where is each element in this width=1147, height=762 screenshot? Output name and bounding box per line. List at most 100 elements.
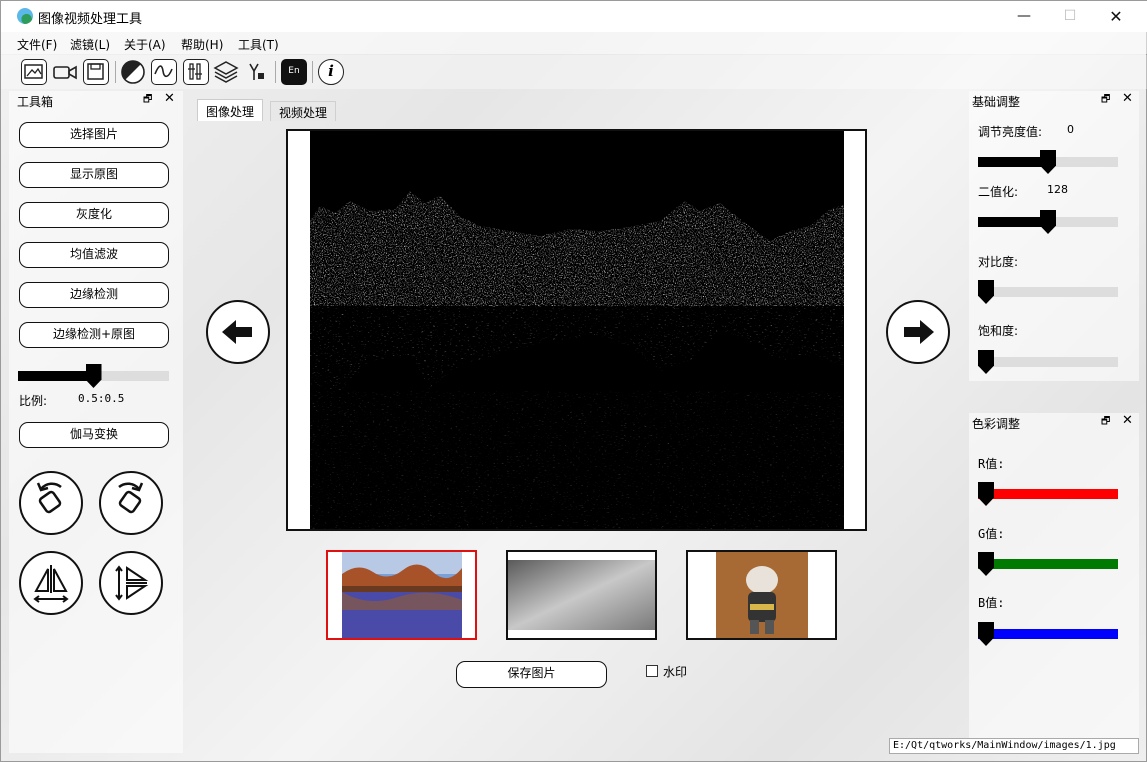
- g-slider-handle[interactable]: [978, 552, 994, 576]
- ratio-slider-fill: [18, 371, 94, 381]
- flip-vertical-button[interactable]: [99, 551, 163, 615]
- basic-adjust-title-bar: 基础调整 🗗 ✕: [969, 91, 1139, 109]
- close-dock-icon[interactable]: ✕: [164, 91, 175, 106]
- color-adjust-title-bar: 色彩调整 🗗 ✕: [969, 413, 1139, 431]
- r-slider[interactable]: [978, 482, 1118, 506]
- edge-original-button[interactable]: 边缘检测+原图: [19, 322, 169, 348]
- previous-image-button[interactable]: [206, 300, 270, 364]
- toolbox-dock: 工具箱 🗗 ✕ 选择图片 显示原图 灰度化 均值滤波 边缘检测 边缘检测+原图 …: [9, 91, 183, 753]
- cursor-tool-icon[interactable]: [244, 59, 270, 85]
- rotate-left-icon: [36, 482, 62, 514]
- arrow-right-icon: [904, 320, 934, 344]
- thumbnail-cat[interactable]: [686, 550, 837, 640]
- color-adjust-dock: 色彩调整 🗗 ✕ R值: G值: B值:: [969, 413, 1139, 753]
- saturation-slider-handle[interactable]: [978, 350, 994, 374]
- contrast-label: 对比度:: [978, 255, 1019, 269]
- contrast-slider[interactable]: [978, 280, 1118, 304]
- binary-slider-fill: [978, 217, 1048, 227]
- watermark-label: 水印: [663, 665, 688, 679]
- b-slider[interactable]: [978, 622, 1118, 646]
- b-value-label: B值:: [978, 596, 1005, 610]
- tab-video-processing[interactable]: 视频处理: [270, 101, 337, 121]
- ratio-slider-handle[interactable]: [85, 364, 102, 388]
- saturation-label: 饱和度:: [978, 324, 1019, 338]
- gamma-transform-button[interactable]: 伽马变换: [19, 422, 169, 448]
- thumbnail-lake[interactable]: [326, 550, 477, 640]
- menu-about[interactable]: 关于(A): [124, 36, 166, 53]
- translate-icon[interactable]: En: [281, 59, 307, 85]
- close-button[interactable]: ✕: [1093, 1, 1139, 32]
- show-original-button[interactable]: 显示原图: [19, 162, 169, 188]
- menu-filter[interactable]: 滤镜(L): [70, 36, 110, 53]
- g-slider[interactable]: [978, 552, 1118, 576]
- contrast-slider-handle[interactable]: [978, 280, 994, 304]
- watermark-checkbox[interactable]: [646, 665, 658, 677]
- wave-filter-icon[interactable]: [151, 59, 177, 85]
- next-image-button[interactable]: [886, 300, 950, 364]
- ratio-slider[interactable]: [18, 364, 169, 388]
- float-dock-icon[interactable]: 🗗: [1101, 92, 1110, 109]
- mean-filter-button[interactable]: 均值滤波: [19, 242, 169, 268]
- tab-image-processing[interactable]: 图像处理: [197, 99, 264, 121]
- app-icon: [17, 8, 33, 24]
- toolbox-title: 工具箱: [17, 95, 54, 109]
- brightness-slider-fill: [978, 157, 1048, 167]
- arrow-left-icon: [222, 320, 252, 344]
- open-image-icon[interactable]: [21, 59, 47, 85]
- title-bar: 图像视频处理工具 — ☐ ✕: [1, 1, 1147, 32]
- edge-detect-button[interactable]: 边缘检测: [19, 282, 169, 308]
- grayscale-icon[interactable]: [120, 59, 146, 85]
- flip-horizontal-icon: [33, 565, 69, 603]
- flip-horizontal-button[interactable]: [19, 551, 83, 615]
- minimize-button[interactable]: —: [1001, 1, 1047, 32]
- rotate-left-button[interactable]: [19, 471, 83, 535]
- rotate-right-icon: [118, 482, 144, 514]
- save-image-button[interactable]: 保存图片: [456, 661, 607, 688]
- basic-adjust-dock: 基础调整 🗗 ✕ 调节亮度值: 0 二值化: 128 对比度: 饱和度:: [969, 91, 1139, 381]
- binary-label: 二值化:: [978, 185, 1019, 199]
- layers-icon[interactable]: [213, 59, 239, 85]
- binary-slider-handle[interactable]: [1040, 210, 1056, 234]
- maximize-button[interactable]: ☐: [1047, 1, 1093, 32]
- toolbar-separator: [312, 61, 313, 83]
- r-value-label: R值:: [978, 457, 1005, 471]
- thumbnail-sky[interactable]: [506, 550, 657, 640]
- menu-file[interactable]: 文件(F): [17, 36, 57, 53]
- processed-image: [310, 131, 844, 529]
- toolbar: En i: [1, 55, 1147, 89]
- basic-adjust-title: 基础调整: [972, 95, 1021, 109]
- toolbar-separator: [275, 61, 276, 83]
- rotate-right-button[interactable]: [99, 471, 163, 535]
- status-file-path: E:/Qt/qtworks/MainWindow/images/1.jpg: [889, 738, 1139, 754]
- video-camera-icon[interactable]: [52, 59, 78, 85]
- ratio-label: 比例:: [19, 394, 48, 408]
- brightness-slider-handle[interactable]: [1040, 150, 1056, 174]
- binary-value: 128: [1047, 183, 1068, 196]
- r-slider-handle[interactable]: [978, 482, 994, 506]
- g-value-label: G值:: [978, 527, 1005, 541]
- float-dock-icon[interactable]: 🗗: [1101, 414, 1110, 431]
- menu-help[interactable]: 帮助(H): [181, 36, 223, 53]
- adjust-icon[interactable]: [183, 59, 209, 85]
- menu-bar: 文件(F) 滤镜(L) 关于(A) 帮助(H) 工具(T): [1, 32, 1147, 54]
- brightness-slider[interactable]: [978, 150, 1118, 174]
- main-window: 图像视频处理工具 — ☐ ✕ 文件(F) 滤镜(L) 关于(A) 帮助(H) 工…: [0, 0, 1147, 762]
- grayscale-button[interactable]: 灰度化: [19, 202, 169, 228]
- binary-slider[interactable]: [978, 210, 1118, 234]
- menu-tools[interactable]: 工具(T): [238, 36, 279, 53]
- b-slider-handle[interactable]: [978, 622, 994, 646]
- float-dock-icon[interactable]: 🗗: [143, 92, 152, 109]
- info-icon[interactable]: i: [318, 59, 344, 85]
- close-dock-icon[interactable]: ✕: [1122, 413, 1133, 428]
- ratio-value: 0.5:0.5: [78, 392, 125, 405]
- toolbar-separator: [115, 61, 116, 83]
- saturation-slider[interactable]: [978, 350, 1118, 374]
- save-disk-icon[interactable]: [83, 59, 109, 85]
- toolbox-title-bar: 工具箱 🗗 ✕: [9, 91, 183, 109]
- flip-vertical-icon: [115, 565, 149, 601]
- color-adjust-title: 色彩调整: [972, 417, 1021, 431]
- close-dock-icon[interactable]: ✕: [1122, 91, 1133, 106]
- brightness-value: 0: [1067, 123, 1074, 136]
- select-image-button[interactable]: 选择图片: [19, 122, 169, 148]
- window-title: 图像视频处理工具: [38, 12, 143, 27]
